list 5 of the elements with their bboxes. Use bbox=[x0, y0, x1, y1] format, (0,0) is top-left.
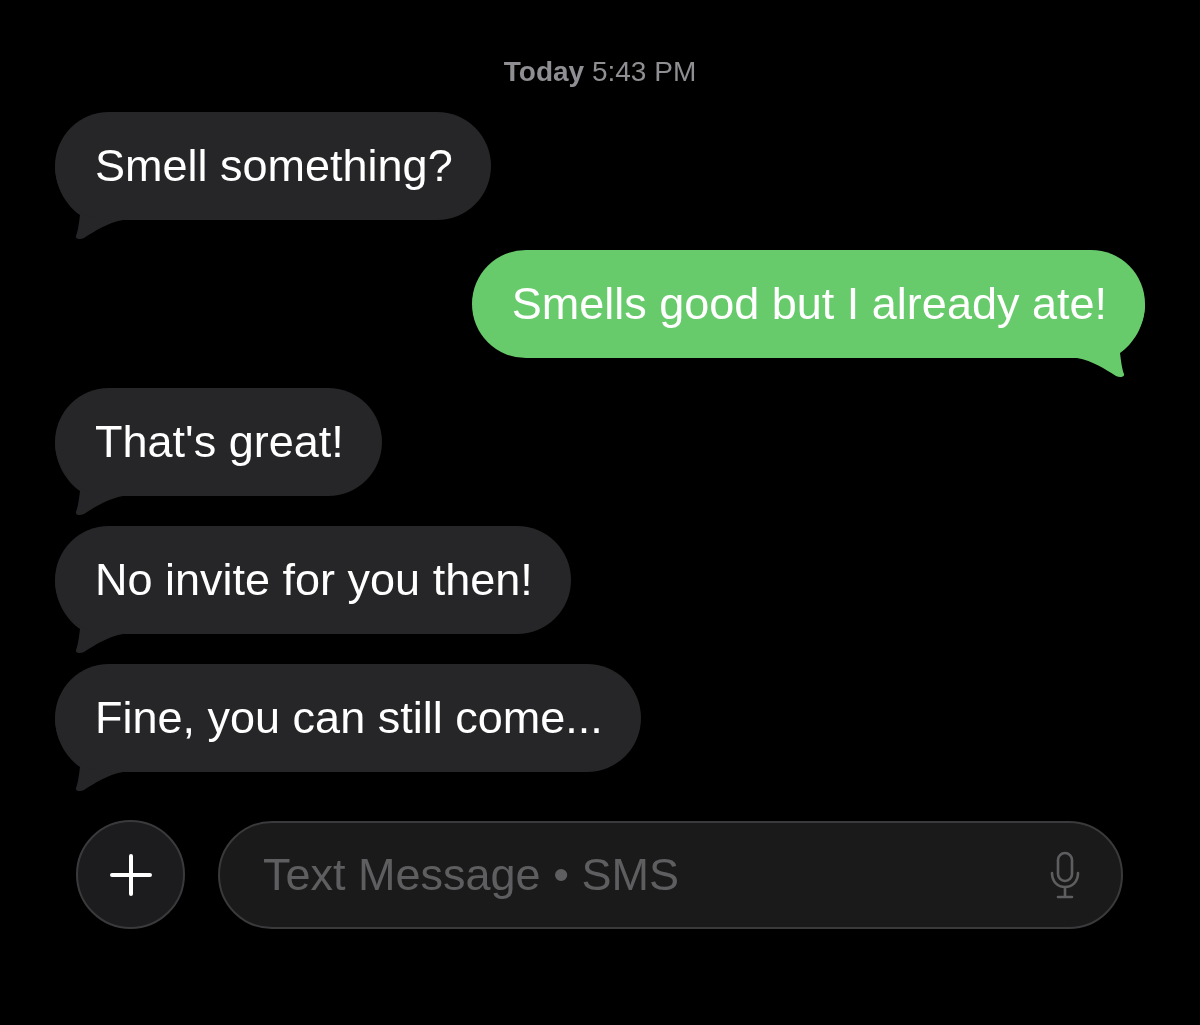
message-field[interactable]: Text Message • SMS bbox=[218, 820, 1123, 929]
message-input[interactable]: Text Message • SMS bbox=[263, 846, 1033, 903]
microphone-icon[interactable] bbox=[1049, 850, 1081, 899]
timestamp: Today 5:43 PM bbox=[503, 55, 697, 89]
plus-icon bbox=[109, 853, 152, 896]
